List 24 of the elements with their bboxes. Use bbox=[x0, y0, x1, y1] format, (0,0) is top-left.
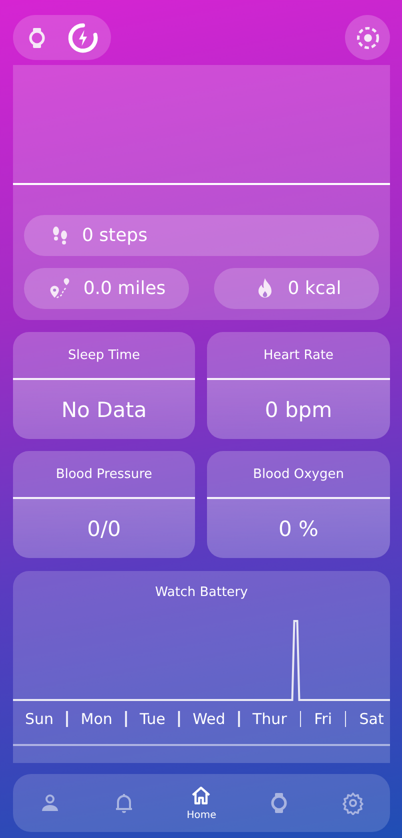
metric-value: 0 bpm bbox=[264, 398, 332, 422]
metric-title: Sleep Time bbox=[68, 348, 140, 362]
metric-value: 0 % bbox=[278, 516, 318, 540]
nav-tab[interactable]: Home bbox=[182, 783, 220, 823]
day-label: Sun bbox=[25, 710, 54, 728]
steps-count: 0 steps bbox=[82, 225, 148, 246]
day-label: Tue bbox=[140, 710, 166, 728]
day-label: Mon bbox=[80, 710, 112, 728]
metric-value: 0/0 bbox=[87, 516, 121, 540]
day-label: Sat bbox=[359, 710, 384, 728]
distance-value: 0.0 miles bbox=[83, 278, 166, 299]
day-label: Wed bbox=[192, 710, 226, 728]
metric-title: Blood Pressure bbox=[56, 466, 152, 482]
scan-button[interactable] bbox=[345, 15, 390, 60]
day-label: Thur bbox=[252, 710, 287, 728]
metric-value: No Data bbox=[61, 398, 147, 422]
house-icon bbox=[190, 785, 212, 807]
dashed-circle-icon bbox=[354, 24, 380, 50]
day-label: Fri bbox=[314, 710, 332, 728]
calories-value: 0 kcal bbox=[288, 278, 342, 299]
settings-icon bbox=[340, 791, 365, 815]
metric-title: Blood Oxygen bbox=[253, 466, 344, 482]
metric-title: Heart Rate bbox=[263, 348, 334, 362]
chart-title: Watch Battery bbox=[155, 585, 248, 600]
